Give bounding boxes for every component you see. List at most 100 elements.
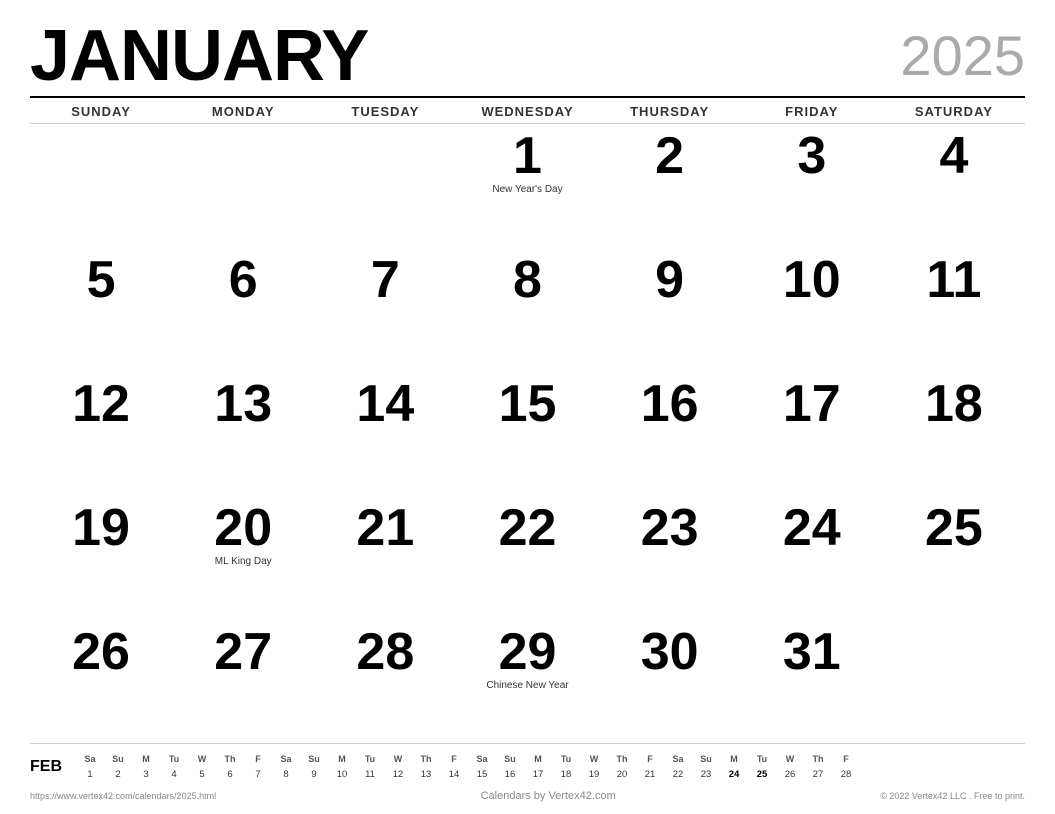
mini-date-cell: 21: [636, 767, 664, 782]
mini-header-cell: F: [244, 752, 272, 766]
cell-date: 19: [72, 502, 130, 554]
mini-header-cell: F: [636, 752, 664, 766]
calendar-cell: 16: [599, 372, 741, 496]
calendar-cell: 22: [456, 496, 598, 620]
day-header-tuesday: TUESDAY: [314, 104, 456, 123]
cell-date: 5: [87, 254, 116, 306]
cell-date: 31: [783, 626, 841, 678]
cell-date: 13: [214, 378, 272, 430]
mini-header-cell: W: [188, 752, 216, 766]
cell-date: 8: [513, 254, 542, 306]
mini-header-cell: Sa: [468, 752, 496, 766]
mini-header-cell: W: [384, 752, 412, 766]
mini-date-cell: 19: [580, 767, 608, 782]
calendar-cell: 3: [741, 124, 883, 248]
mini-header-cell: M: [328, 752, 356, 766]
mini-header-cell: Su: [496, 752, 524, 766]
mini-header-cell: Th: [412, 752, 440, 766]
cell-date: 6: [229, 254, 258, 306]
mini-date-cell: 13: [412, 767, 440, 782]
cell-event: ML King Day: [215, 556, 272, 568]
mini-month-label: FEB: [30, 758, 70, 776]
mini-header-cell: Tu: [160, 752, 188, 766]
mini-header-cell: M: [720, 752, 748, 766]
cell-date: 4: [939, 130, 968, 182]
mini-header-cell: Tu: [552, 752, 580, 766]
calendar-cell: 20 ML King Day: [172, 496, 314, 620]
cell-event: Chinese New Year: [486, 680, 568, 692]
calendar-cell: 30: [599, 620, 741, 744]
mini-date-cell: 11: [356, 767, 384, 782]
mini-date-cell: 28: [832, 767, 860, 782]
calendar-cell: 1New Year's Day: [456, 124, 598, 248]
mini-date-cell: 2: [104, 767, 132, 782]
calendar-cell: 19: [30, 496, 172, 620]
header-row: JANUARY 2025: [30, 20, 1025, 92]
footer: https://www.vertex42.com/calendars/2025.…: [30, 786, 1025, 804]
cell-date: 30: [641, 626, 699, 678]
mini-date-cell: 1: [76, 767, 104, 782]
cell-date: 26: [72, 626, 130, 678]
cell-date: 20: [214, 502, 272, 554]
calendar-cell: 13: [172, 372, 314, 496]
calendar-cell: 21: [314, 496, 456, 620]
mini-date-cell: 14: [440, 767, 468, 782]
mini-date-cell: 25: [748, 767, 776, 782]
days-header: SUNDAYMONDAYTUESDAYWEDNESDAYTHURSDAYFRID…: [30, 96, 1025, 123]
cell-date: 7: [371, 254, 400, 306]
cell-date: 11: [926, 254, 981, 306]
calendar-grid: 1New Year's Day2345678910111213141516171…: [30, 123, 1025, 743]
mini-date-cell: 17: [524, 767, 552, 782]
mini-header-cell: Su: [104, 752, 132, 766]
cell-date: 9: [655, 254, 684, 306]
mini-date-cell: 15: [468, 767, 496, 782]
month-title: JANUARY: [30, 20, 368, 92]
calendar-cell: [314, 124, 456, 248]
mini-date-cell: 24: [720, 767, 748, 782]
calendar-cell: 7: [314, 248, 456, 372]
day-header-wednesday: WEDNESDAY: [456, 104, 598, 123]
day-header-thursday: THURSDAY: [599, 104, 741, 123]
mini-date-cell: 27: [804, 767, 832, 782]
calendar-cell: [172, 124, 314, 248]
cell-date: 21: [356, 502, 414, 554]
cell-date: 18: [925, 378, 983, 430]
day-header-friday: FRIDAY: [741, 104, 883, 123]
mini-date-cell: 9: [300, 767, 328, 782]
calendar-cell: 5: [30, 248, 172, 372]
mini-header-cell: Th: [804, 752, 832, 766]
calendar-wrapper: JANUARY 2025 SUNDAYMONDAYTUESDAYWEDNESDA…: [0, 0, 1055, 814]
mini-header-cell: Tu: [356, 752, 384, 766]
cell-event: New Year's Day: [492, 184, 562, 196]
calendar-cell: 4: [883, 124, 1025, 248]
calendar-cell: 26: [30, 620, 172, 744]
calendar-cell: 24: [741, 496, 883, 620]
mini-date-cell: 18: [552, 767, 580, 782]
day-header-monday: MONDAY: [172, 104, 314, 123]
cell-date: 27: [214, 626, 272, 678]
day-header-saturday: SATURDAY: [883, 104, 1025, 123]
mini-calendar-section: FEB SaSuMTuWThFSaSuMTuWThFSaSuMTuWThFSaS…: [30, 743, 1025, 786]
mini-date-cell: 7: [244, 767, 272, 782]
mini-header-cell: Th: [608, 752, 636, 766]
mini-header-cell: W: [580, 752, 608, 766]
calendar-cell: 6: [172, 248, 314, 372]
calendar-cell: 15: [456, 372, 598, 496]
mini-date-row: 1234567891011121314151617181920212223242…: [76, 767, 1025, 782]
mini-header-cell: Sa: [272, 752, 300, 766]
calendar-cell: 18: [883, 372, 1025, 496]
mini-header-row: SaSuMTuWThFSaSuMTuWThFSaSuMTuWThFSaSuMTu…: [76, 752, 1025, 766]
calendar-cell: 14: [314, 372, 456, 496]
mini-header-cell: F: [832, 752, 860, 766]
calendar-cell: 17: [741, 372, 883, 496]
footer-center: Calendars by Vertex42.com: [481, 790, 616, 802]
cell-date: 29: [499, 626, 557, 678]
cell-date: 3: [797, 130, 826, 182]
mini-header-cell: Tu: [748, 752, 776, 766]
mini-date-cell: 22: [664, 767, 692, 782]
mini-date-cell: 23: [692, 767, 720, 782]
mini-date-cell: 16: [496, 767, 524, 782]
cell-date: 23: [641, 502, 699, 554]
calendar-cell: 25: [883, 496, 1025, 620]
mini-header-cell: Th: [216, 752, 244, 766]
